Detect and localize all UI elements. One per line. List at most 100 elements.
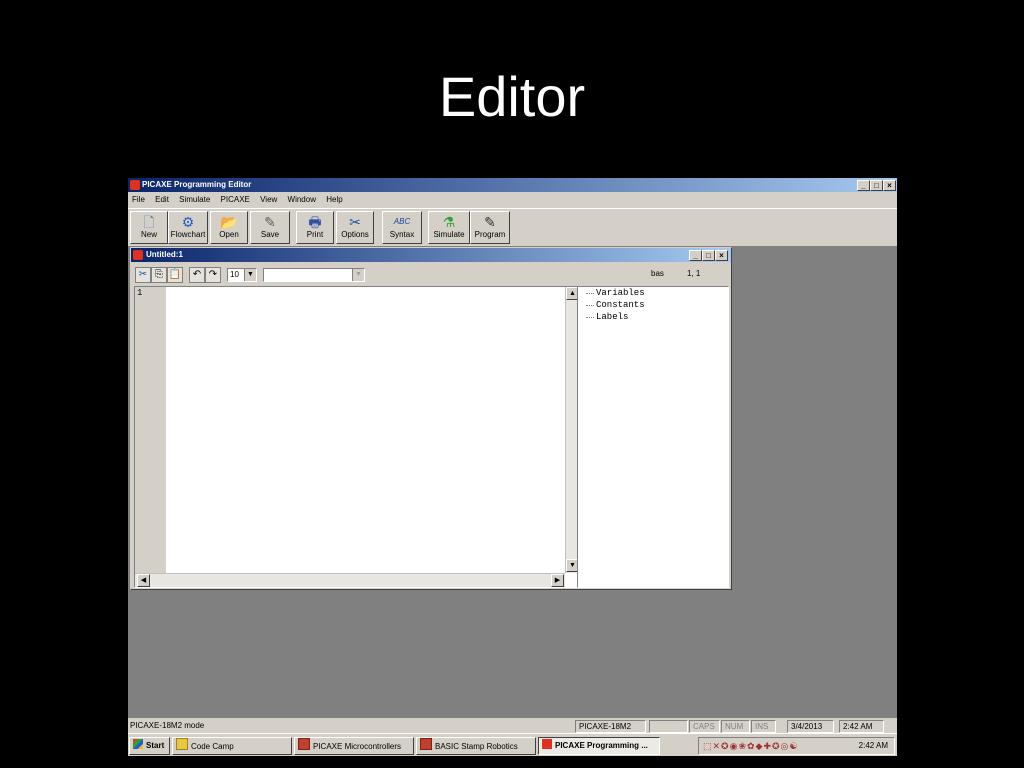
chevron-down-icon[interactable]: ▼ [352, 269, 364, 281]
program-button[interactable]: ✎ Program [470, 211, 510, 244]
options-tools-icon: ✂ [349, 214, 361, 230]
tray-icons[interactable]: ⬚✕✪◉❀✿◆✚✪◎☯ [703, 738, 798, 754]
simulate-icon: ⚗ [442, 214, 456, 230]
simulate-button-label: Simulate [433, 230, 465, 239]
windows-taskbar: Start Code Camp PICAXE Microcontrollers … [128, 733, 897, 756]
menu-bar: File Edit Simulate PICAXE View Window He… [128, 193, 897, 207]
status-bar: PICAXE-18M2 mode PICAXE-18M2 CAPS NUM IN… [128, 718, 897, 733]
program-icon: ✎ [484, 214, 496, 230]
horizontal-scrollbar[interactable]: ◀ ▶ [135, 573, 565, 587]
powerpoint-icon [420, 738, 432, 750]
line-number-gutter: 1 [135, 287, 166, 573]
save-button[interactable]: ✎ Save [250, 211, 290, 244]
slide-title: Editor [438, 65, 586, 128]
menu-simulate[interactable]: Simulate [179, 193, 210, 207]
powerpoint-icon [298, 738, 310, 750]
taskbar-item-code-camp[interactable]: Code Camp [172, 737, 292, 755]
taskbar-item-picaxe-editor[interactable]: PICAXE Programming ... [538, 737, 660, 755]
scroll-right-icon[interactable]: ▶ [551, 574, 564, 587]
menu-window[interactable]: Window [288, 193, 316, 207]
print-button-label: Print [306, 230, 324, 239]
font-name-select[interactable]: ▼ [263, 268, 365, 282]
menu-file[interactable]: File [132, 193, 145, 207]
maximize-button[interactable]: □ [870, 180, 883, 191]
simulate-button[interactable]: ⚗ Simulate [428, 211, 470, 244]
flowchart-icon: ⚙ [181, 214, 195, 230]
status-chip: PICAXE-18M2 [575, 720, 646, 733]
screenshot-frame: PICAXE Programming Editor _ □ × File Edi… [128, 178, 897, 756]
code-editor[interactable]: 1 ▲ ▼ ◀ ▶ [134, 286, 580, 588]
tray-clock: 2:42 AM [858, 741, 888, 750]
tree-item-labels[interactable]: Labels [578, 311, 728, 323]
editor-close-button[interactable]: × [715, 250, 728, 261]
copy-icon[interactable]: ⎘ [151, 267, 167, 283]
tree-item-constants[interactable]: Constants [578, 299, 728, 311]
app-title-bar[interactable]: PICAXE Programming Editor _ □ × [128, 178, 897, 192]
menu-edit[interactable]: Edit [155, 193, 169, 207]
taskbar-item-label: BASIC Stamp Robotics [435, 742, 518, 751]
paste-icon[interactable]: 📋 [167, 267, 183, 283]
start-label: Start [146, 741, 165, 750]
undo-icon[interactable]: ↶ [189, 267, 205, 283]
taskbar-item-label: PICAXE Microcontrollers [313, 742, 402, 751]
syntax-check-icon: ABC [393, 217, 411, 226]
editor-title-bar[interactable]: Untitled:1 _ □ × [131, 248, 731, 262]
save-button-label: Save [260, 230, 280, 239]
open-folder-icon: 📂 [220, 214, 238, 230]
picaxe-icon [542, 739, 552, 749]
program-button-label: Program [474, 230, 506, 239]
status-blank [649, 720, 688, 733]
flowchart-button-label: Flowchart [170, 230, 206, 239]
cut-icon[interactable]: ✂ [135, 267, 151, 283]
system-tray: ⬚✕✪◉❀✿◆✚✪◎☯ 2:42 AM [698, 737, 895, 755]
mdi-workspace: Untitled:1 _ □ × ✂ ⎘ 📋 ↶ ↷ 10 ▼ ▼ bas 1,… [128, 246, 897, 718]
status-caps: CAPS [689, 720, 720, 733]
windows-logo-icon [133, 739, 143, 749]
editor-toolbar: ✂ ⎘ 📋 ↶ ↷ 10 ▼ ▼ bas 1, 1 [131, 264, 731, 284]
status-mode: PICAXE-18M2 mode [130, 721, 205, 730]
new-button-label: New [140, 230, 157, 239]
status-num: NUM [721, 720, 750, 733]
print-button[interactable]: 🖶 Print [296, 211, 334, 244]
taskbar-item-picaxe-microcontrollers[interactable]: PICAXE Microcontrollers [294, 737, 414, 755]
status-date: 3/4/2013 [787, 720, 834, 733]
scroll-left-icon[interactable]: ◀ [137, 574, 150, 587]
chevron-down-icon[interactable]: ▼ [244, 269, 256, 281]
cursor-position: 1, 1 [687, 269, 701, 278]
redo-icon[interactable]: ↷ [205, 267, 221, 283]
close-button[interactable]: × [883, 180, 896, 191]
save-pen-icon: ✎ [264, 214, 276, 230]
syntax-button[interactable]: ABC Syntax [382, 211, 422, 244]
folder-icon [176, 738, 188, 750]
language-indicator: bas [651, 269, 664, 278]
options-button-label: Options [341, 230, 369, 239]
editor-title: Untitled:1 [146, 250, 183, 259]
menu-help[interactable]: Help [326, 193, 342, 207]
font-size-value: 10 [230, 270, 239, 279]
new-button[interactable]: 🗋 New [130, 211, 168, 244]
editor-minimize-button[interactable]: _ [689, 250, 702, 261]
taskbar-item-label: PICAXE Programming ... [555, 741, 648, 750]
font-size-select[interactable]: 10 ▼ [227, 268, 257, 282]
minimize-button[interactable]: _ [857, 180, 870, 191]
open-button[interactable]: 📂 Open [210, 211, 248, 244]
editor-maximize-button[interactable]: □ [702, 250, 715, 261]
status-ins: INS [751, 720, 776, 733]
picaxe-doc-icon [133, 250, 143, 260]
menu-picaxe[interactable]: PICAXE [221, 193, 250, 207]
taskbar-item-basic-stamp-robotics[interactable]: BASIC Stamp Robotics [416, 737, 536, 755]
app-title: PICAXE Programming Editor [142, 180, 252, 189]
new-document-icon: 🗋 [143, 214, 155, 230]
taskbar-item-label: Code Camp [191, 742, 234, 751]
options-button[interactable]: ✂ Options [336, 211, 374, 244]
status-time: 2:42 AM [839, 720, 884, 733]
picaxe-app-icon [130, 180, 140, 190]
main-toolbar: 🗋 New ⚙ Flowchart 📂 Open ✎ Save 🖶 Print … [128, 208, 897, 247]
flowchart-button[interactable]: ⚙ Flowchart [168, 211, 208, 244]
start-button[interactable]: Start [129, 737, 170, 755]
tree-item-variables[interactable]: Variables [578, 287, 728, 299]
open-button-label: Open [219, 230, 239, 239]
menu-view[interactable]: View [260, 193, 277, 207]
syntax-button-label: Syntax [389, 230, 415, 239]
label-tree: Variables Constants Labels [577, 286, 729, 588]
